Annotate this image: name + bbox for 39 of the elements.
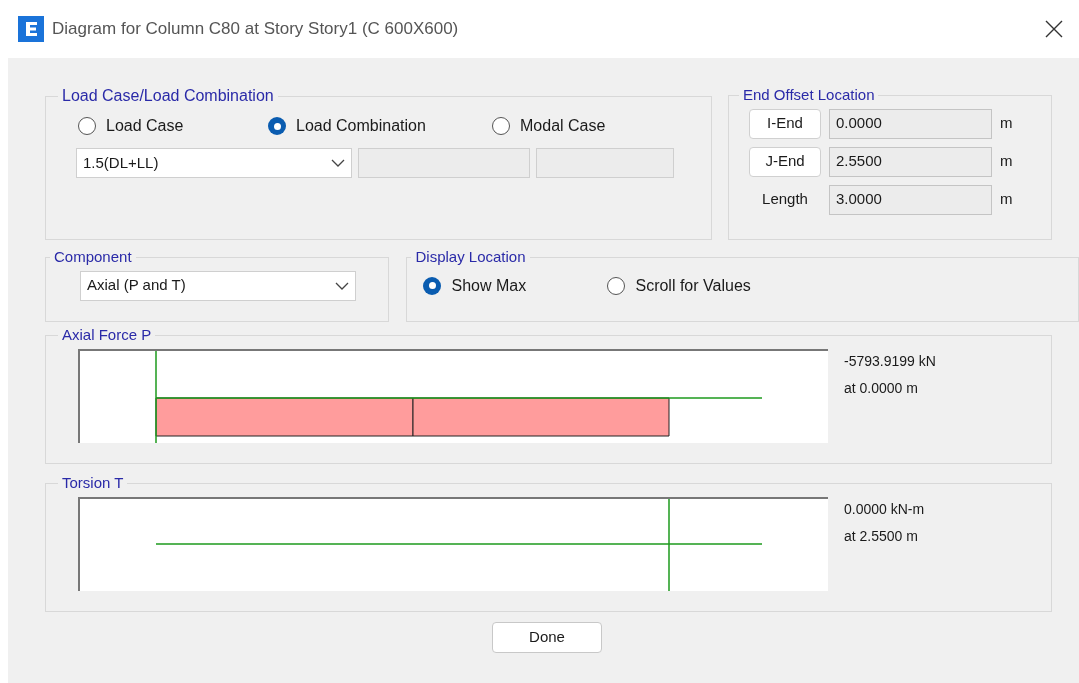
diagram-title: Torsion T (61, 473, 125, 493)
end-button[interactable]: I-End (749, 108, 821, 139)
value-field[interactable]: 2.5500 (829, 146, 992, 177)
radio-label[interactable]: Load Case (106, 114, 184, 138)
component-dropdown[interactable]: Axial (P and T) (80, 270, 356, 301)
diagram-title: Axial Force P (61, 325, 153, 345)
radio-button[interactable] (423, 276, 442, 295)
value-field[interactable]: 3.0000 (829, 184, 992, 215)
radio-label[interactable]: Scroll for Values (635, 273, 751, 298)
unit-label: m (1000, 151, 1013, 172)
field-label: Length (761, 189, 809, 210)
radio-label[interactable]: Show Max (451, 273, 527, 298)
radio-label[interactable]: Load Combination (296, 114, 426, 138)
group-title: End Offset Location (742, 85, 876, 105)
max-value: -5793.9199 kN (844, 351, 936, 371)
chevron-icon (331, 159, 345, 167)
radio-button[interactable] (268, 117, 286, 135)
unit-label: m (1000, 113, 1013, 134)
radio-button[interactable] (78, 117, 96, 135)
group-title: Component (53, 247, 133, 267)
window-title: Diagram for Column C80 at Story Story1 (C 600X600) (52, 18, 459, 41)
radio-button[interactable] (492, 117, 510, 135)
value-field[interactable]: 0.0000 (829, 108, 992, 139)
group-title: Display Location (414, 247, 527, 267)
app-logo-icon (18, 16, 44, 42)
combination-dropdown[interactable]: 1.5(DL+LL) (76, 148, 352, 178)
radio-button[interactable] (607, 276, 626, 295)
unit-label: m (1000, 189, 1013, 210)
input-field[interactable] (536, 148, 674, 178)
value-location: at 2.5500 m (844, 526, 919, 546)
done-button[interactable]: Done (492, 622, 602, 653)
group-title: Load Case/Load Combination (61, 86, 275, 106)
chevron-icon (335, 281, 349, 290)
max-value: 0.0000 kN-m (844, 499, 925, 519)
input-field[interactable] (358, 148, 530, 178)
end-button[interactable]: J-End (749, 146, 821, 177)
close-icon[interactable] (1045, 20, 1063, 38)
radio-label[interactable]: Modal Case (520, 114, 606, 138)
value-location: at 0.0000 m (844, 378, 919, 398)
